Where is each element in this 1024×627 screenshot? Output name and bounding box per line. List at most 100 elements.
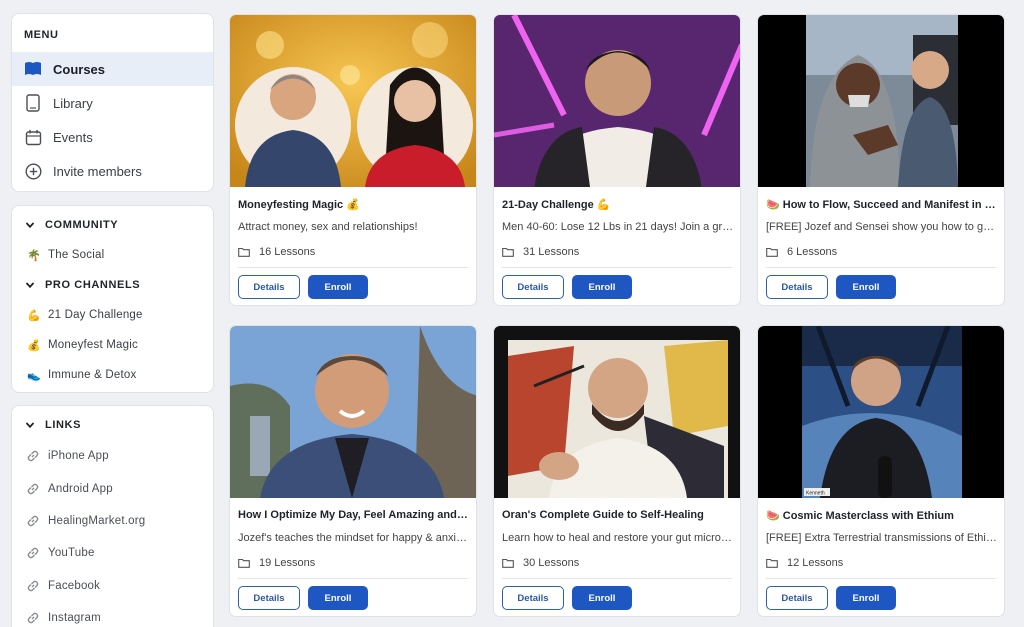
links-section-toggle[interactable]: LINKS <box>12 410 213 440</box>
course-thumbnail[interactable] <box>494 15 740 187</box>
course-description: Men 40-60: Lose 12 Lbs in 21 days! Join … <box>502 221 734 233</box>
plus-circle-icon <box>24 162 42 180</box>
menu-item-invite-members[interactable]: Invite members <box>12 154 213 188</box>
menu-item-label: Events <box>53 129 93 145</box>
menu-item-label: Library <box>53 95 93 111</box>
course-card[interactable]: Kenneth 🍉 Cosmic Masterclass with Ethium… <box>757 325 1005 617</box>
lesson-count-label: 6 Lessons <box>787 246 838 258</box>
lesson-count-label: 16 Lessons <box>259 246 316 258</box>
course-title[interactable]: 🍉 Cosmic Masterclass with Ethium <box>766 509 998 522</box>
link-icon <box>27 483 39 494</box>
folder-icon <box>766 247 778 257</box>
menu-item-label: Courses <box>53 61 106 77</box>
channel-label: Immune & Detox <box>48 369 137 381</box>
link-icon <box>27 548 39 559</box>
link-label: Facebook <box>48 579 101 592</box>
enroll-button[interactable]: Enroll <box>572 586 632 610</box>
enroll-button[interactable]: Enroll <box>836 586 896 610</box>
link-label: Android App <box>48 482 113 495</box>
course-card[interactable]: Moneyfesting Magic 💰 Attract money, sex a… <box>229 14 477 306</box>
course-title[interactable]: Moneyfesting Magic 💰 <box>238 198 470 211</box>
chevron-down-icon <box>25 282 35 289</box>
folder-icon <box>238 558 250 568</box>
course-title[interactable]: 21-Day Challenge 💪 <box>502 198 734 211</box>
channel-the-social[interactable]: 🌴 The Social <box>12 240 213 270</box>
community-section-toggle[interactable]: COMMUNITY <box>12 210 213 240</box>
lesson-count-label: 12 Lessons <box>787 557 844 569</box>
folder-icon <box>502 558 514 568</box>
community-panel: COMMUNITY 🌴 The Social PRO CHANNELS 💪 21… <box>11 205 214 393</box>
menu-item-library[interactable]: Library <box>12 86 213 120</box>
chevron-down-icon <box>25 222 35 229</box>
link-icon <box>27 450 39 462</box>
course-description: Learn how to heal and restore your gut m… <box>502 532 734 544</box>
tablet-icon <box>24 94 42 112</box>
pro-channels-section-toggle[interactable]: PRO CHANNELS <box>12 270 213 300</box>
link-label: YouTube <box>48 547 95 560</box>
menu-item-label: Invite members <box>53 163 142 179</box>
course-title[interactable]: 🍉 How to Flow, Succeed and Manifest in L… <box>766 198 998 211</box>
link-instagram[interactable]: Instagram <box>12 602 213 627</box>
pro-channels-title: PRO CHANNELS <box>45 279 141 291</box>
link-healingmarket-org[interactable]: HealingMarket.org <box>12 505 213 537</box>
course-card[interactable]: 🍉 How to Flow, Succeed and Manifest in L… <box>757 14 1005 306</box>
folder-icon <box>238 247 250 257</box>
enroll-button[interactable]: Enroll <box>308 275 368 299</box>
folder-icon <box>502 247 514 257</box>
card-divider <box>766 578 996 579</box>
money-bag-icon: 💰 <box>27 339 41 352</box>
chevron-down-icon <box>25 422 35 429</box>
lesson-count: 12 Lessons <box>766 557 843 569</box>
link-icon <box>27 580 39 592</box>
enroll-button[interactable]: Enroll <box>308 586 368 610</box>
lesson-count: 30 Lessons <box>502 557 579 569</box>
details-button[interactable]: Details <box>238 586 300 610</box>
course-title[interactable]: Oran's Complete Guide to Self-Healing <box>502 509 734 521</box>
channel-moneyfest-magic[interactable]: 💰 Moneyfest Magic <box>12 330 213 360</box>
link-label: HealingMarket.org <box>48 514 146 527</box>
link-label: Instagram <box>48 612 101 625</box>
menu-title: MENU <box>24 29 59 41</box>
course-title[interactable]: How I Optimize My Day, Feel Amazing and … <box>238 509 470 521</box>
link-label: iPhone App <box>48 450 109 463</box>
details-button[interactable]: Details <box>766 586 828 610</box>
link-iphone-app[interactable]: iPhone App <box>12 440 213 472</box>
lesson-count: 6 Lessons <box>766 246 837 258</box>
enroll-button[interactable]: Enroll <box>836 275 896 299</box>
lesson-count: 31 Lessons <box>502 246 579 258</box>
card-divider <box>238 578 468 579</box>
links-title: LINKS <box>45 419 81 431</box>
details-button[interactable]: Details <box>238 275 300 299</box>
card-divider <box>238 267 468 268</box>
course-card[interactable]: 21-Day Challenge 💪 Men 40-60: Lose 12 Lbs… <box>493 14 741 306</box>
lesson-count-label: 30 Lessons <box>523 557 580 569</box>
lesson-count-label: 31 Lessons <box>523 246 580 258</box>
course-card[interactable]: How I Optimize My Day, Feel Amazing and … <box>229 325 477 617</box>
link-android-app[interactable]: Android App <box>12 472 213 504</box>
channel-21-day-challenge[interactable]: 💪 21 Day Challenge <box>12 300 213 330</box>
details-button[interactable]: Details <box>766 275 828 299</box>
course-thumbnail[interactable] <box>230 326 476 498</box>
channel-label: 21 Day Challenge <box>48 309 143 321</box>
flexed-arm-icon: 💪 <box>27 309 41 322</box>
book-icon <box>24 60 42 78</box>
link-icon <box>27 612 39 624</box>
menu-item-courses[interactable]: Courses <box>12 52 213 86</box>
course-thumbnail[interactable] <box>230 15 476 187</box>
course-thumbnail[interactable] <box>758 15 1004 187</box>
folder-icon <box>766 558 778 568</box>
menu-item-events[interactable]: Events <box>12 120 213 154</box>
link-icon <box>27 515 39 527</box>
course-thumbnail[interactable]: Kenneth <box>758 326 1004 498</box>
channel-immune-detox[interactable]: 👟 Immune & Detox <box>12 360 213 390</box>
link-facebook[interactable]: Facebook <box>12 570 213 602</box>
enroll-button[interactable]: Enroll <box>572 275 632 299</box>
course-card[interactable]: Oran's Complete Guide to Self-Healing Lea… <box>493 325 741 617</box>
details-button[interactable]: Details <box>502 586 564 610</box>
details-button[interactable]: Details <box>502 275 564 299</box>
calendar-icon <box>24 128 42 146</box>
course-thumbnail[interactable] <box>494 326 740 498</box>
course-description: Jozef's teaches the mindset for happy & … <box>238 532 470 544</box>
community-title: COMMUNITY <box>45 219 119 231</box>
link-youtube[interactable]: YouTube <box>12 537 213 569</box>
